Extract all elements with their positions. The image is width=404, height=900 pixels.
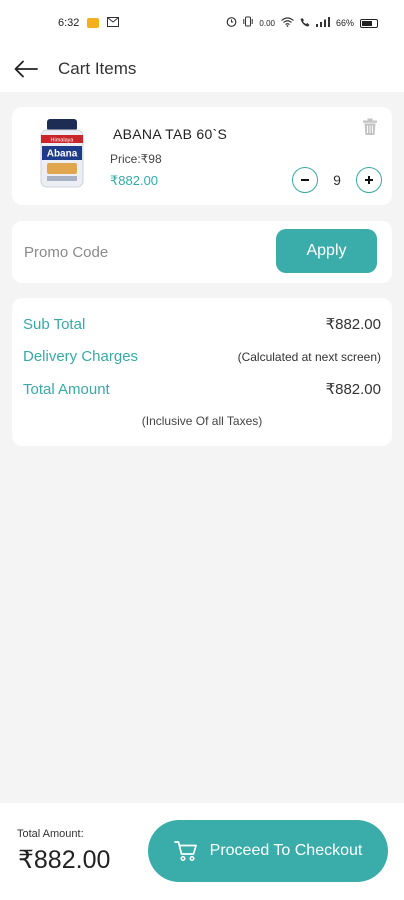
wifi-icon	[281, 16, 294, 30]
delivery-value: (Calculated at next screen)	[237, 349, 381, 364]
product-line-total: ₹882.00	[110, 173, 159, 188]
total-amount-label: Total Amount	[23, 380, 110, 398]
sub-total-row: Sub Total ₹882.00	[23, 315, 381, 334]
quantity-stepper: 9	[292, 167, 382, 193]
network-speed: 0.00	[259, 18, 275, 28]
sub-total-value: ₹882.00	[325, 316, 381, 333]
cart-item-card: Himalaya Abana ABANA TAB 60`S Price:₹98 …	[12, 107, 392, 205]
apply-button[interactable]: Apply	[276, 229, 377, 273]
app-bar: Cart Items	[0, 46, 404, 92]
proceed-to-checkout-button[interactable]: Proceed To Checkout	[148, 820, 388, 882]
delivery-label: Delivery Charges	[23, 348, 139, 365]
product-name: ABANA TAB 60`S	[113, 126, 228, 142]
notification-app-icon	[87, 18, 100, 28]
increase-quantity-button[interactable]	[356, 167, 382, 193]
back-button[interactable]	[0, 46, 52, 92]
mail-icon	[107, 16, 120, 30]
order-summary-card: Sub Total ₹882.00 Delivery Charges (Calc…	[12, 298, 392, 446]
total-amount-value: ₹882.00	[325, 381, 381, 398]
status-time: 6:32	[58, 17, 80, 29]
promo-code-input[interactable]	[24, 237, 264, 267]
delete-button[interactable]	[362, 118, 378, 136]
product-image-brand: Himalaya	[51, 138, 75, 144]
vibrate-icon	[243, 16, 254, 30]
promo-card: Apply	[12, 221, 392, 283]
trash-icon	[363, 118, 377, 135]
back-arrow-icon	[14, 60, 38, 78]
product-price: Price:₹98	[110, 152, 162, 166]
quantity-value: 9	[333, 172, 341, 188]
status-right: 0.00 66%	[226, 16, 378, 30]
minus-icon	[301, 179, 309, 181]
decrease-quantity-button[interactable]	[292, 167, 318, 193]
plus-icon	[365, 176, 373, 184]
footer-total-caption: Total Amount:	[17, 828, 84, 840]
status-left: 6:32	[58, 16, 120, 30]
signal-icon	[315, 16, 330, 30]
tax-note: (Inclusive Of all Taxes)	[141, 414, 263, 428]
footer-total-amount: ₹882.00	[18, 846, 111, 874]
product-image: Himalaya Abana	[40, 119, 84, 188]
battery-icon	[360, 18, 378, 28]
checkout-label: Proceed To Checkout	[209, 842, 363, 859]
checkout-bar: Total Amount: ₹882.00 Proceed To Checkou…	[0, 803, 404, 900]
sub-total-label: Sub Total	[23, 315, 86, 333]
product-image-label: Abana	[47, 149, 78, 160]
page-title: Cart Items	[58, 59, 137, 78]
delivery-row: Delivery Charges (Calculated at next scr…	[23, 348, 381, 365]
status-bar: 6:32 0.00 66%	[0, 0, 404, 46]
alarm-icon	[226, 16, 237, 30]
cart-icon	[173, 841, 197, 862]
total-amount-row: Total Amount ₹882.00	[23, 380, 381, 399]
battery-percent: 66%	[335, 18, 354, 28]
call-icon	[300, 17, 310, 30]
